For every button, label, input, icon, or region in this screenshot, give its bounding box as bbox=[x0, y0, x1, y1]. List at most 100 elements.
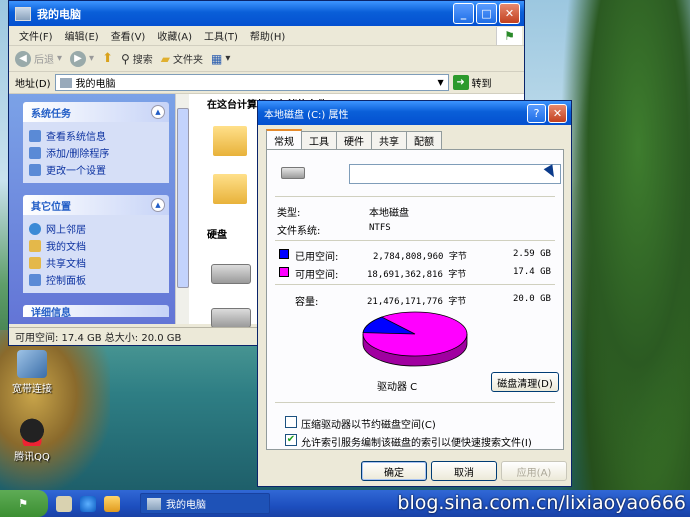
free-bytes: 18,691,362,816 字节 bbox=[367, 270, 467, 280]
apply-button[interactable]: 应用(A) bbox=[501, 461, 567, 481]
volume-label-input[interactable] bbox=[349, 164, 561, 184]
go-arrow-icon: ➜ bbox=[452, 75, 469, 90]
folder-icon[interactable] bbox=[213, 174, 247, 204]
address-input[interactable]: 我的电脑 ▼ bbox=[54, 74, 449, 91]
internet-explorer-icon[interactable] bbox=[80, 496, 96, 512]
folder-icon[interactable] bbox=[213, 126, 247, 156]
details-header[interactable]: 详细信息 bbox=[23, 305, 169, 317]
ok-button[interactable]: 确定 bbox=[361, 461, 427, 481]
used-bytes: 2,784,808,960 字节 bbox=[373, 252, 467, 262]
up-folder-button[interactable]: ⬆ bbox=[102, 51, 113, 66]
desktop-icon-label: 腾讯QQ bbox=[14, 452, 50, 463]
menu-tools[interactable]: 工具(T) bbox=[198, 28, 244, 43]
place-network[interactable]: 网上邻居 bbox=[29, 220, 163, 237]
disk-usage-pie bbox=[362, 311, 468, 367]
divider bbox=[275, 402, 555, 403]
back-button[interactable]: ◀ 后退 ▾ bbox=[15, 50, 63, 67]
hard-drive-icon[interactable] bbox=[211, 308, 251, 328]
dialog-close-button[interactable]: ✕ bbox=[548, 103, 567, 123]
desktop-icon-broadband[interactable]: 宽带连接 bbox=[2, 350, 62, 395]
documents-icon bbox=[29, 239, 41, 252]
folders-label: 文件夹 bbox=[173, 55, 203, 66]
place-shared-documents[interactable]: 共享文档 bbox=[29, 254, 163, 271]
free-space-swatch bbox=[279, 267, 289, 277]
system-tasks-header[interactable]: 系统任务 ▲ bbox=[23, 102, 169, 122]
close-button[interactable]: ✕ bbox=[499, 3, 520, 24]
menu-view[interactable]: 查看(V) bbox=[105, 28, 152, 43]
search-button[interactable]: ⚲ 搜索 bbox=[120, 51, 153, 67]
menu-bar: 文件(F) 编辑(E) 查看(V) 收藏(A) 工具(T) 帮助(H) ⚑ bbox=[9, 26, 524, 46]
compress-checkbox[interactable] bbox=[285, 416, 297, 428]
minimize-button[interactable]: _ bbox=[453, 3, 474, 24]
dialog-titlebar[interactable]: 本地磁盘 (C:) 属性 ? ✕ bbox=[258, 101, 571, 125]
task-label: 更改一个设置 bbox=[46, 166, 106, 177]
collapse-icon[interactable]: ▲ bbox=[151, 105, 165, 119]
disk-properties-dialog[interactable]: 本地磁盘 (C:) 属性 ? ✕ 常规 工具 硬件 共享 配额 类型: 本地磁盘… bbox=[257, 100, 572, 487]
window-titlebar[interactable]: 我的电脑 _ □ ✕ bbox=[9, 1, 524, 26]
tab-general[interactable]: 常规 bbox=[266, 129, 302, 149]
search-label: 搜索 bbox=[132, 55, 153, 66]
computer-icon bbox=[147, 497, 161, 510]
scroll-thumb[interactable] bbox=[177, 108, 189, 288]
collapse-icon[interactable]: ▲ bbox=[151, 198, 165, 212]
forward-arrow-icon: ▶ bbox=[70, 50, 87, 67]
capacity-gb: 20.0 GB bbox=[513, 294, 551, 304]
fs-value: NTFS bbox=[369, 223, 391, 233]
type-label: 类型: bbox=[277, 208, 301, 219]
task-change-setting[interactable]: 更改一个设置 bbox=[29, 161, 163, 178]
place-my-documents[interactable]: 我的文档 bbox=[29, 237, 163, 254]
taskbar-item-my-computer[interactable]: 我的电脑 bbox=[140, 493, 270, 514]
tab-tools[interactable]: 工具 bbox=[301, 131, 337, 149]
disk-cleanup-button[interactable]: 磁盘清理(D) bbox=[491, 372, 559, 392]
help-button[interactable]: ? bbox=[527, 103, 546, 123]
up-folder-icon: ⬆ bbox=[102, 51, 113, 66]
other-places-header[interactable]: 其它位置 ▲ bbox=[23, 195, 169, 215]
address-bar: 地址(D) 我的电脑 ▼ ➜ 转到 bbox=[9, 72, 524, 94]
start-button[interactable]: ⚑ bbox=[0, 490, 48, 517]
capacity-bytes: 21,476,171,776 字节 bbox=[367, 297, 467, 307]
forward-button[interactable]: ▶ ▾ bbox=[70, 50, 95, 67]
folders-button[interactable]: ▰ 文件夹 bbox=[161, 51, 203, 67]
panel-title: 详细信息 bbox=[31, 307, 71, 318]
media-player-icon[interactable] bbox=[104, 496, 120, 512]
tab-hardware[interactable]: 硬件 bbox=[336, 131, 372, 149]
back-arrow-icon: ◀ bbox=[15, 50, 31, 67]
general-tab-panel: 类型: 本地磁盘 文件系统: NTFS 已用空间: 2,784,808,960 … bbox=[266, 149, 564, 450]
windows-flag-icon: ⚑ bbox=[18, 497, 28, 510]
menu-help[interactable]: 帮助(H) bbox=[244, 28, 291, 43]
search-icon: ⚲ bbox=[120, 51, 130, 66]
task-view-system-info[interactable]: 查看系统信息 bbox=[29, 127, 163, 144]
divider bbox=[275, 196, 555, 197]
computer-icon bbox=[59, 77, 72, 88]
views-grid-icon: ▦ bbox=[211, 51, 223, 66]
go-label: 转到 bbox=[471, 79, 492, 90]
task-add-remove-programs[interactable]: 添加/删除程序 bbox=[29, 144, 163, 161]
used-label: 已用空间: bbox=[295, 252, 339, 263]
menu-file[interactable]: 文件(F) bbox=[13, 28, 59, 43]
menu-edit[interactable]: 编辑(E) bbox=[59, 28, 105, 43]
tab-sharing[interactable]: 共享 bbox=[371, 131, 407, 149]
go-button[interactable]: ➜ 转到 bbox=[452, 75, 492, 90]
task-pane-scrollbar[interactable] bbox=[175, 94, 189, 324]
maximize-button[interactable]: □ bbox=[476, 3, 497, 24]
address-label: 地址(D) bbox=[15, 79, 51, 90]
drive-label: 驱动器 C bbox=[377, 382, 418, 393]
window-title: 我的电脑 bbox=[37, 7, 81, 21]
tab-strip: 常规 工具 硬件 共享 配额 bbox=[266, 129, 442, 149]
place-control-panel[interactable]: 控制面板 bbox=[29, 271, 163, 288]
hard-disks-heading: 硬盘 bbox=[207, 230, 227, 241]
menu-favorites[interactable]: 收藏(A) bbox=[151, 28, 198, 43]
chevron-down-icon[interactable]: ▼ bbox=[434, 75, 448, 90]
settings-icon bbox=[29, 163, 41, 176]
index-checkbox[interactable]: ✔ bbox=[285, 434, 297, 446]
toolbar: ◀ 后退 ▾ ▶ ▾ ⬆ ⚲ 搜索 ▰ 文件夹 ▦ ▾ bbox=[9, 46, 524, 72]
chevron-down-icon: ▾ bbox=[57, 53, 63, 64]
hard-drive-icon[interactable] bbox=[211, 264, 251, 284]
chevron-down-icon: ▾ bbox=[89, 53, 95, 64]
tab-quota[interactable]: 配额 bbox=[406, 131, 442, 149]
show-desktop-icon[interactable] bbox=[56, 496, 72, 512]
cancel-button[interactable]: 取消 bbox=[431, 461, 497, 481]
desktop-icon-label: 宽带连接 bbox=[12, 384, 52, 395]
desktop-icon-qq[interactable]: 腾讯QQ bbox=[2, 418, 62, 463]
views-button[interactable]: ▦ ▾ bbox=[211, 52, 230, 66]
